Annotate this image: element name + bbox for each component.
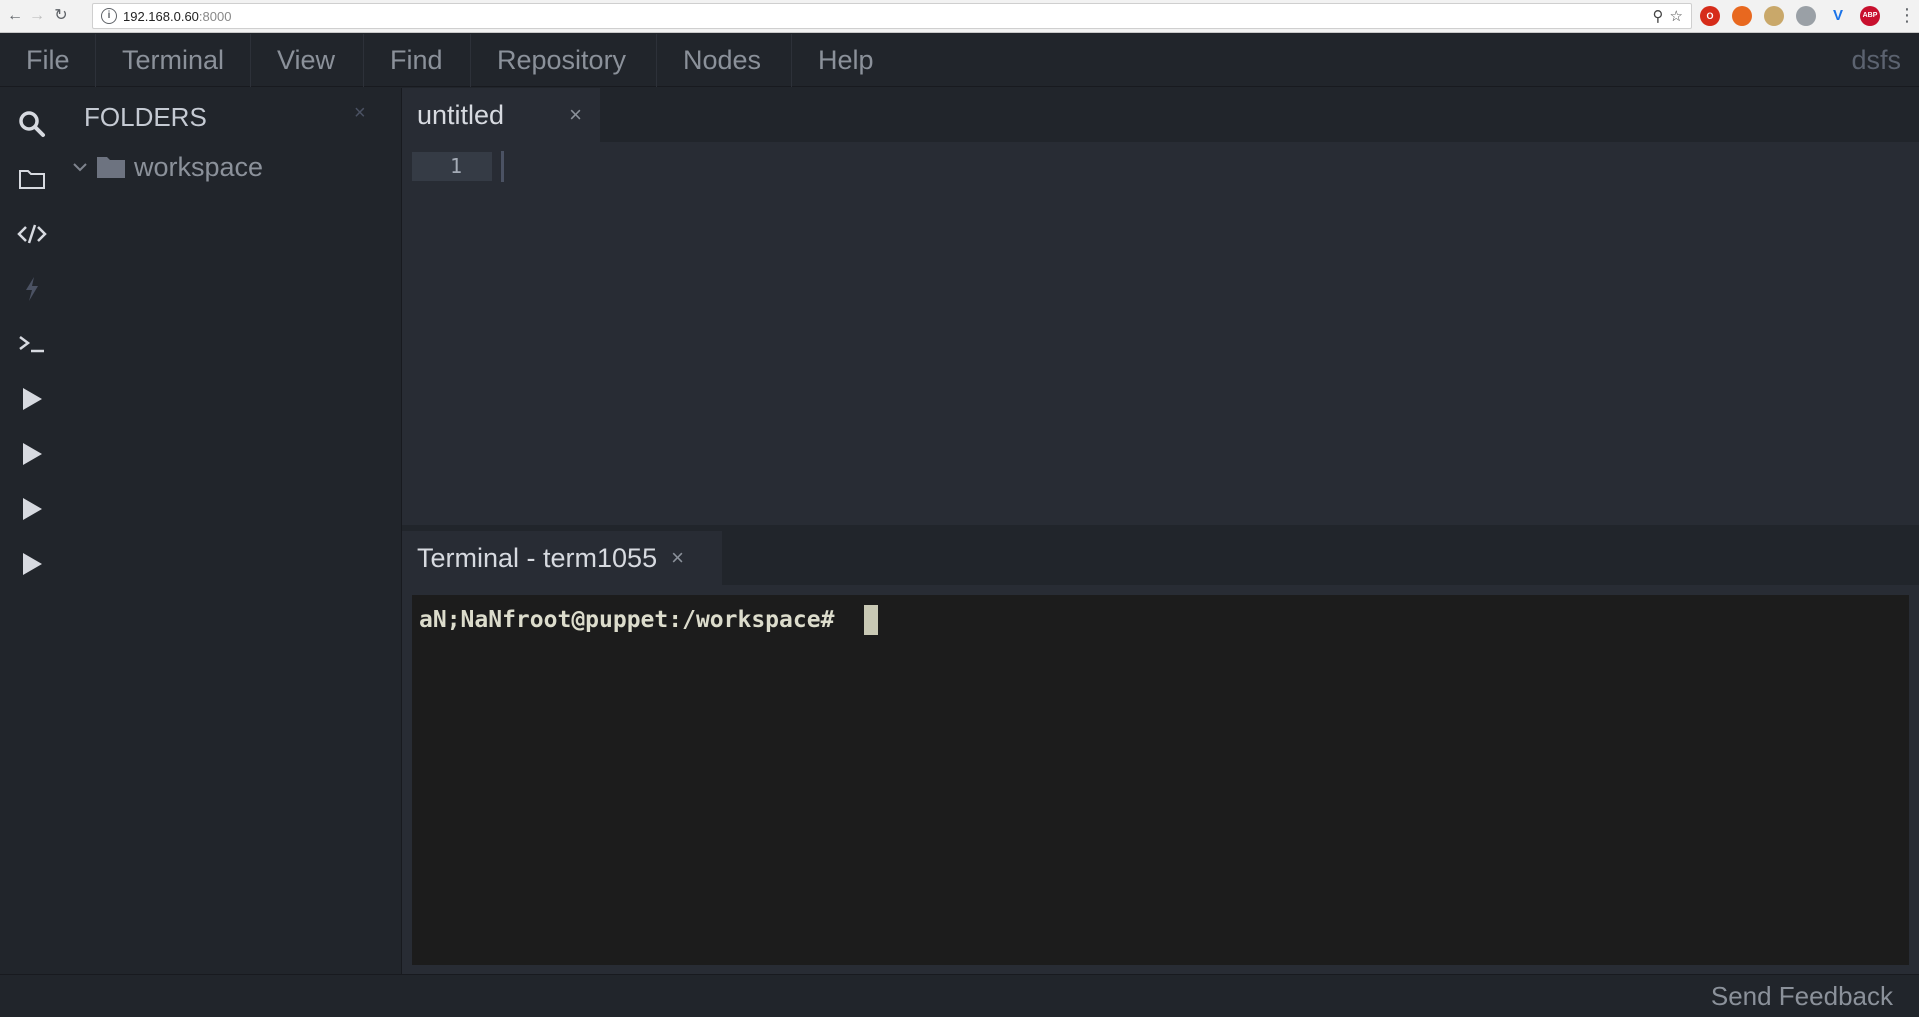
reload-icon[interactable]: ↻ <box>50 5 72 27</box>
back-icon[interactable]: ← <box>4 5 26 27</box>
menu-repository[interactable]: Repository <box>470 34 652 87</box>
status-bar: Send Feedback <box>0 974 1919 1017</box>
menu-file[interactable]: File <box>0 34 96 87</box>
v-icon[interactable]: V <box>1828 6 1848 26</box>
close-icon[interactable]: × <box>671 545 684 571</box>
browser-toolbar: ← → ↻ i 192.168.0.60:8000 ⚲ ☆ O V ABP ⋮ <box>0 0 1919 33</box>
send-feedback-link[interactable]: Send Feedback <box>1711 981 1893 1012</box>
forward-icon[interactable]: → <box>26 5 48 27</box>
user-name[interactable]: dsfs <box>1851 34 1901 87</box>
close-icon[interactable]: × <box>569 102 582 128</box>
menu-view[interactable]: View <box>250 34 361 87</box>
cube-icon[interactable] <box>1796 6 1816 26</box>
folder-icon[interactable] <box>14 161 50 197</box>
chevron-down-icon[interactable] <box>68 159 92 175</box>
menu-nodes[interactable]: Nodes <box>656 34 787 87</box>
play-icon[interactable] <box>14 491 50 527</box>
line-number: 1 <box>412 152 492 181</box>
tree-item-workspace[interactable]: workspace <box>68 150 263 184</box>
folders-title: FOLDERS <box>84 102 207 132</box>
editor-tab-bar: untitled × <box>402 88 1919 142</box>
terminal-panel: aN;NaNfroot@puppet:/workspace# <box>402 585 1919 974</box>
menu-help[interactable]: Help <box>791 34 900 87</box>
terminal-icon[interactable] <box>14 326 50 362</box>
play-icon[interactable] <box>14 546 50 582</box>
tab-terminal[interactable]: Terminal - term1055 × <box>402 531 722 585</box>
menu-terminal[interactable]: Terminal <box>95 34 250 87</box>
panel-tab-bar: Terminal - term1055 × <box>402 525 1919 585</box>
character-icon[interactable] <box>1764 6 1784 26</box>
close-icon[interactable]: × <box>354 102 366 125</box>
play-icon[interactable] <box>14 436 50 472</box>
zoom-icon[interactable]: ⚲ <box>1653 7 1664 25</box>
tab-untitled[interactable]: untitled × <box>402 88 600 142</box>
info-icon[interactable]: i <box>101 8 117 24</box>
star-icon[interactable]: ☆ <box>1670 7 1683 25</box>
tree-item-label: workspace <box>134 151 264 182</box>
folder-icon <box>97 157 125 178</box>
opera-icon[interactable]: O <box>1700 6 1720 26</box>
code-icon[interactable] <box>14 216 50 252</box>
text-cursor <box>501 151 504 182</box>
code-editor[interactable]: 1 <box>402 142 1919 525</box>
search-icon[interactable] <box>14 106 50 142</box>
terminal-prompt: aN;NaNfroot@puppet:/workspace# <box>419 607 849 633</box>
address-bar[interactable]: i 192.168.0.60:8000 ⚲ ☆ <box>92 3 1692 29</box>
url-text: 192.168.0.60:8000 <box>123 9 232 24</box>
menu-find[interactable]: Find <box>363 34 469 87</box>
tab-label: Terminal - term1055 <box>417 542 658 573</box>
tab-label: untitled <box>417 99 505 130</box>
play-icon[interactable] <box>14 381 50 417</box>
adblock-icon[interactable]: ABP <box>1860 6 1880 26</box>
terminal-screen[interactable]: aN;NaNfroot@puppet:/workspace# <box>412 595 1909 965</box>
activity-bar <box>0 88 64 974</box>
folders-sidebar: FOLDERS × workspace <box>64 88 402 974</box>
terminal-cursor <box>864 605 878 635</box>
more-vertical-icon[interactable]: ⋮ <box>1898 4 1916 26</box>
bolt-icon[interactable] <box>14 271 50 307</box>
fox-icon[interactable] <box>1732 6 1752 26</box>
menu-bar: File Terminal View Find Repository Nodes… <box>0 34 1919 87</box>
